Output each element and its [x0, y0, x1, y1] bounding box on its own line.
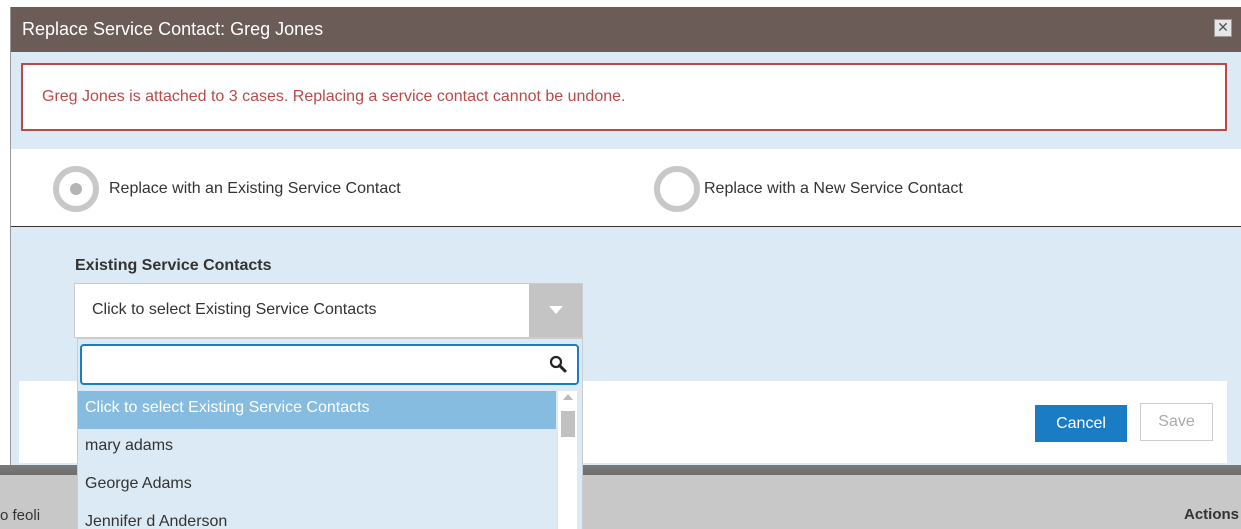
radio-unchecked-icon[interactable]: [654, 166, 700, 212]
list-item[interactable]: mary adams: [78, 429, 556, 467]
select-value: Click to select Existing Service Contact…: [92, 301, 377, 318]
contacts-list: Click to select Existing Service Contact…: [78, 391, 556, 529]
list-item[interactable]: Click to select Existing Service Contact…: [78, 391, 556, 429]
dropdown-scrollbar[interactable]: [557, 391, 577, 529]
close-icon[interactable]: ✕: [1214, 19, 1232, 37]
contacts-dropdown: Click to select Existing Service Contact…: [77, 338, 583, 529]
search-input[interactable]: [86, 350, 546, 379]
radio-existing-label: Replace with an Existing Service Contact: [109, 180, 401, 197]
replace-mode-radio-group: Replace with an Existing Service Contact…: [11, 149, 1241, 227]
radio-checked-icon[interactable]: [53, 166, 99, 212]
scrollbar-thumb[interactable]: [561, 411, 575, 437]
chevron-down-icon[interactable]: [529, 284, 582, 337]
dialog-title: Replace Service Contact: Greg Jones: [22, 19, 324, 39]
alert-text: Greg Jones is attached to 3 cases. Repla…: [42, 88, 626, 105]
radio-new-label: Replace with a New Service Contact: [704, 180, 963, 197]
existing-contacts-select[interactable]: Click to select Existing Service Contact…: [74, 283, 583, 338]
radio-new-contact[interactable]: Replace with a New Service Contact: [654, 166, 963, 212]
save-button[interactable]: Save: [1140, 403, 1213, 441]
background-actions-header: Actions: [1183, 506, 1239, 523]
search-icon: [549, 355, 567, 373]
scroll-up-arrow-icon[interactable]: [563, 394, 573, 400]
radio-existing-contact[interactable]: Replace with an Existing Service Contact: [53, 166, 401, 212]
existing-contacts-label: Existing Service Contacts: [75, 257, 272, 274]
cancel-button[interactable]: Cancel: [1035, 405, 1127, 442]
list-item[interactable]: Jennifer d Anderson: [78, 505, 556, 529]
background-cell-text: o feoli: [0, 507, 41, 524]
dialog-titlebar: Replace Service Contact: Greg Jones ✕: [11, 7, 1241, 52]
warning-alert: Greg Jones is attached to 3 cases. Repla…: [21, 63, 1227, 131]
dropdown-search: [80, 344, 579, 385]
list-item[interactable]: George Adams: [78, 467, 556, 505]
